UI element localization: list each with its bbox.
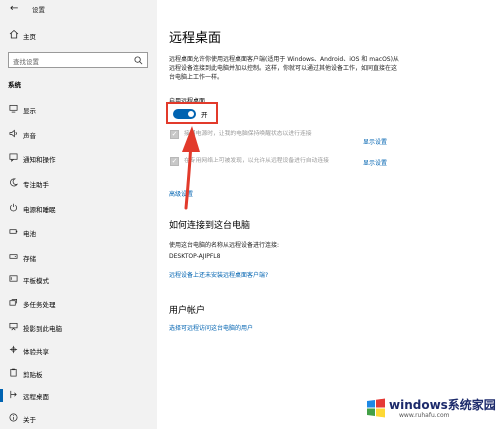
keep-awake-checkbox[interactable]: ✓: [170, 130, 179, 139]
back-arrow-icon[interactable]: ←: [10, 3, 18, 15]
tablet-icon: [9, 275, 18, 282]
project-icon: [9, 322, 18, 331]
sidebar-item-power-sleep[interactable]: 电源和睡眠: [0, 199, 157, 219]
sidebar-item-sound[interactable]: 声音: [0, 125, 157, 145]
sidebar-item-label: 投影到此电脑: [23, 325, 62, 333]
discoverable-label: 在专用网络上可被发现，以允许从远程设备进行自动连接: [184, 158, 329, 164]
connect-heading: 如何连接到这台电脑: [169, 221, 251, 231]
show-settings-link-2[interactable]: 显示设置: [363, 158, 387, 167]
no-client-link[interactable]: 远程设备上还未安装远程桌面客户端?: [169, 270, 268, 279]
sidebar-item-label: 剪贴板: [23, 371, 43, 379]
toggle-state-text: 开: [201, 111, 208, 119]
speaker-icon: [9, 129, 17, 138]
watermark-main-text: windows系统家园: [389, 398, 496, 412]
sidebar-item-notifications[interactable]: 通知和操作: [0, 149, 157, 169]
sidebar-item-label: 多任务处理: [23, 301, 56, 309]
moon-icon: [10, 178, 18, 187]
sidebar-item-home[interactable]: 主页: [0, 28, 157, 44]
sidebar-item-label: 存储: [23, 255, 36, 263]
sidebar-item-storage[interactable]: 存储: [0, 248, 157, 268]
sidebar-item-label: 主页: [23, 33, 36, 41]
sidebar-item-battery[interactable]: 电池: [0, 223, 157, 243]
watermark: windows系统家园 www.ruhafu.com: [365, 395, 496, 425]
sidebar-item-label: 通知和操作: [23, 156, 56, 164]
sidebar-item-remote-desktop[interactable]: 远程桌面: [0, 386, 157, 406]
power-icon: [9, 203, 18, 212]
sidebar-item-tablet-mode[interactable]: 平板模式: [0, 270, 157, 290]
page-title: 远程桌面: [169, 31, 222, 46]
sidebar-item-about[interactable]: 关于: [0, 409, 157, 429]
sidebar-item-shared-experiences[interactable]: 体验共享: [0, 341, 157, 361]
title-bar: ← 设置: [0, 0, 157, 18]
active-indicator: [0, 389, 3, 402]
advanced-settings-link[interactable]: 高级设置: [169, 189, 193, 198]
notification-icon: [9, 153, 18, 162]
sidebar-item-label: 体验共享: [23, 348, 49, 356]
multitask-icon: [9, 298, 18, 306]
home-icon: [9, 29, 19, 39]
sidebar-item-clipboard[interactable]: 剪贴板: [0, 364, 157, 384]
sidebar-item-label: 平板模式: [23, 277, 49, 285]
window-title: 设置: [32, 6, 45, 14]
section-label-system: 系统: [8, 81, 21, 89]
sidebar-item-focus-assist[interactable]: 专注助手: [0, 174, 157, 194]
pc-name: DESKTOP-AJIPFL8: [169, 253, 221, 260]
sidebar-item-project-to-pc[interactable]: 投影到此电脑: [0, 318, 157, 338]
watermark-sub-text: www.ruhafu.com: [399, 412, 450, 419]
sidebar-item-multitasking[interactable]: 多任务处理: [0, 294, 157, 314]
show-settings-link-1[interactable]: 显示设置: [363, 137, 387, 146]
windows-logo-icon: [367, 398, 385, 418]
toggle-highlight-box: 开: [166, 102, 218, 124]
sidebar-item-label: 远程桌面: [23, 393, 49, 401]
sidebar-item-label: 电源和睡眠: [23, 206, 56, 214]
sidebar-item-label: 关于: [23, 416, 36, 424]
sidebar-item-label: 声音: [23, 132, 36, 140]
storage-icon: [9, 254, 18, 259]
search-input[interactable]: 查找设置: [8, 52, 148, 68]
connect-description: 使用这台电脑的名称从远程设备进行连接:: [169, 242, 280, 249]
sidebar-item-label: 显示: [23, 107, 36, 115]
sidebar-item-label: 电池: [23, 230, 36, 238]
discoverable-checkbox[interactable]: ✓: [170, 157, 179, 166]
info-icon: [9, 413, 18, 422]
accounts-heading: 用户帐户: [169, 306, 206, 316]
search-icon: [134, 56, 143, 65]
battery-icon: [9, 229, 18, 234]
share-icon: [9, 345, 18, 354]
sidebar-item-display[interactable]: 显示: [0, 100, 157, 120]
remote-desktop-toggle[interactable]: [173, 109, 196, 119]
description-text: 远程桌面允许你使用远程桌面客户端(适用于 Windows、Android、iOS…: [169, 56, 399, 81]
monitor-icon: [9, 104, 18, 113]
select-users-link[interactable]: 选择可远程访问这台电脑的用户: [169, 323, 253, 332]
keep-awake-label: 接通电源时，让我的电脑保持唤醒状态以进行连接: [184, 131, 312, 137]
toggle-knob: [188, 111, 194, 117]
remote-icon: [10, 390, 17, 399]
clipboard-icon: [10, 368, 17, 377]
search-placeholder: 查找设置: [13, 58, 39, 66]
main-content: 远程桌面 远程桌面允许你使用远程桌面客户端(适用于 Windows、Androi…: [157, 0, 500, 429]
sidebar-item-label: 专注助手: [23, 181, 49, 189]
sidebar: ← 设置 主页 查找设置 系统 显示 声音 通知和操作 专注助手 电源和睡眠 电…: [0, 0, 157, 429]
